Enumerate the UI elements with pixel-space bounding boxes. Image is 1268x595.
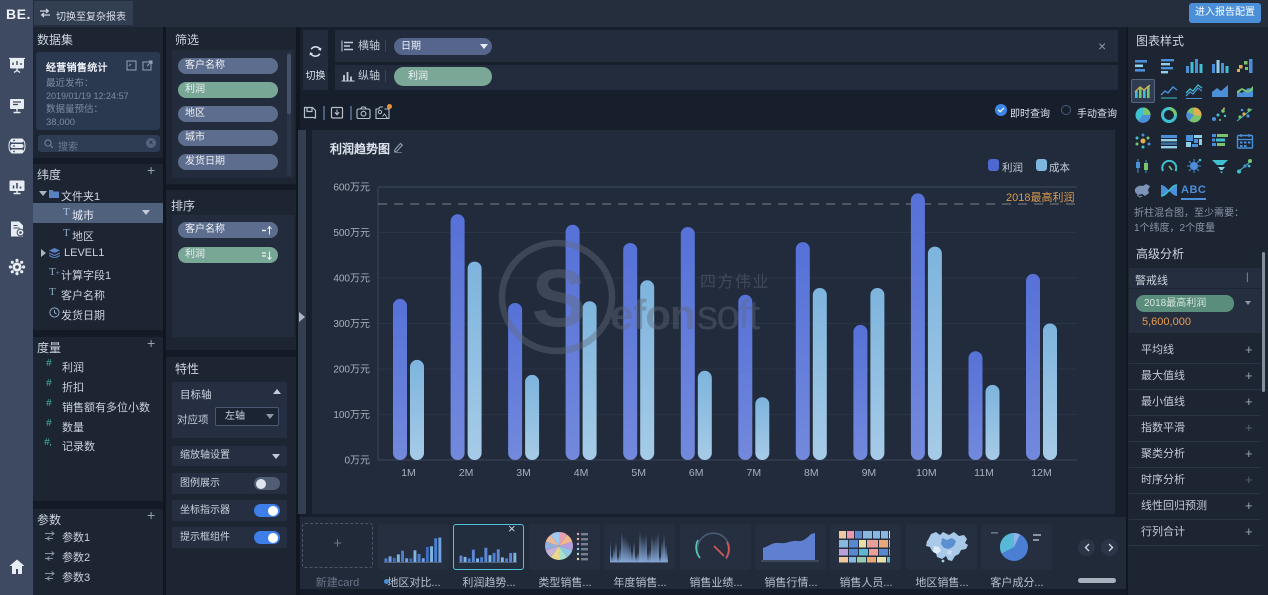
- svg-text:200万元: 200万元: [333, 365, 370, 376]
- svg-text:10M: 10M: [916, 467, 936, 479]
- svg-text:4M: 4M: [574, 467, 589, 479]
- svg-text:1M: 1M: [401, 467, 416, 479]
- svg-text:500万元: 500万元: [333, 228, 370, 239]
- svg-text:9M: 9M: [862, 467, 877, 479]
- svg-text:8M: 8M: [804, 467, 819, 479]
- svg-text:400万元: 400万元: [333, 274, 370, 285]
- svg-text:11M: 11M: [974, 467, 994, 479]
- svg-text:6M: 6M: [689, 467, 704, 479]
- svg-text:soft: soft: [697, 291, 761, 338]
- svg-text:100万元: 100万元: [333, 410, 370, 421]
- svg-text:3M: 3M: [516, 467, 531, 479]
- svg-text:四方伟业: 四方伟业: [700, 273, 770, 291]
- svg-text:12M: 12M: [1031, 467, 1051, 479]
- svg-text:7M: 7M: [747, 467, 762, 479]
- svg-text:0万元: 0万元: [344, 456, 370, 467]
- svg-text:600万元: 600万元: [333, 183, 370, 194]
- svg-text:2018最高利润: 2018最高利润: [1006, 190, 1074, 204]
- svg-text:efon: efon: [610, 291, 695, 338]
- svg-text:S: S: [532, 253, 587, 344]
- svg-text:300万元: 300万元: [333, 319, 370, 330]
- svg-text:5M: 5M: [631, 467, 646, 479]
- svg-text:2M: 2M: [459, 467, 474, 479]
